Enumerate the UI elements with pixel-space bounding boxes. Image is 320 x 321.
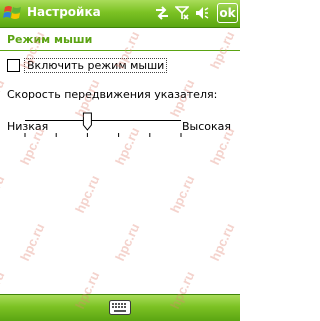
watermark-text: hpc.ru bbox=[0, 173, 8, 215]
slider-max-label: Высокая bbox=[182, 120, 232, 133]
watermark-text: hpc.ru bbox=[112, 221, 142, 263]
mouse-mode-checkbox-label[interactable]: Включить режим мыши bbox=[24, 58, 168, 73]
title-bar: Настройка ok bbox=[0, 0, 240, 28]
watermark-text: hpc.ru bbox=[167, 173, 197, 215]
pointer-speed-slider[interactable] bbox=[24, 110, 182, 142]
page-title: Режим мыши bbox=[7, 33, 93, 46]
header-divider bbox=[0, 50, 240, 51]
watermark-text: hpc.ru bbox=[207, 221, 237, 263]
no-signal-antenna-icon[interactable] bbox=[175, 6, 189, 20]
watermark-text: hpc.ru bbox=[72, 173, 102, 215]
keyboard-icon[interactable] bbox=[109, 300, 131, 315]
ok-button[interactable]: ok bbox=[217, 3, 238, 23]
pointer-speed-label: Скорость передвижения указателя: bbox=[7, 88, 218, 101]
speaker-icon[interactable] bbox=[195, 6, 209, 20]
windows-logo-icon[interactable] bbox=[3, 3, 23, 23]
slider-thumb[interactable] bbox=[82, 112, 92, 131]
sync-arrows-icon[interactable] bbox=[155, 6, 169, 20]
hpc-ru-watermark: hpc.ru hpc.ru hpc.ruhpc.ru hpc.ru hpc.ruhpc.… bbox=[0, 29, 238, 311]
watermark-text: hpc.ru bbox=[17, 221, 47, 263]
app-title[interactable]: Настройка bbox=[27, 5, 101, 19]
menu-bar bbox=[0, 294, 240, 321]
mouse-mode-checkbox[interactable] bbox=[7, 59, 20, 72]
